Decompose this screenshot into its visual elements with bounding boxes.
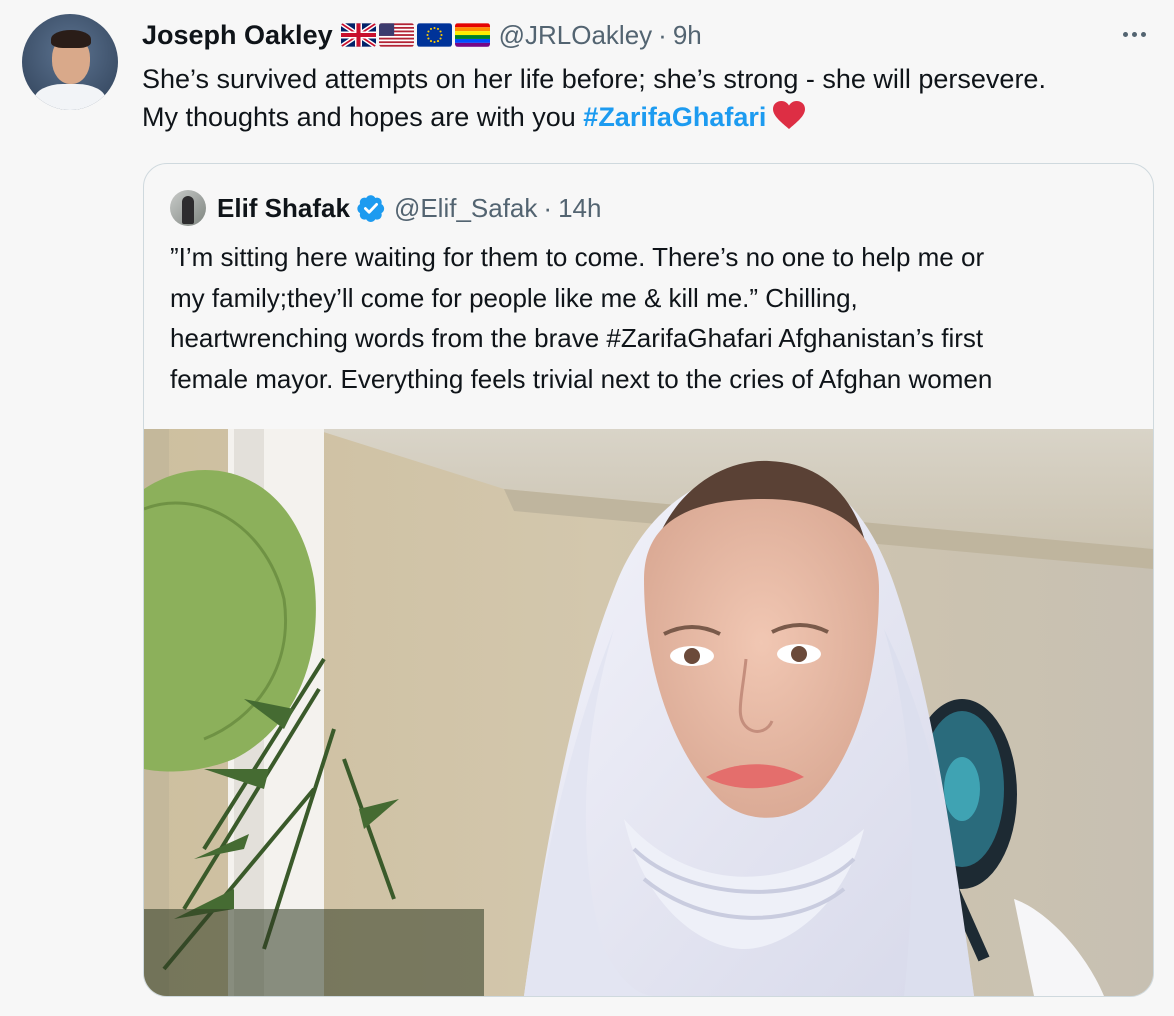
author-handle[interactable]: @JRLOakley [499,20,653,51]
quoted-author-handle: @Elif_Safak [393,192,538,223]
tweet-text: She’s survived attempts on her life befo… [142,60,1152,136]
quoted-photo[interactable] [144,429,1153,996]
avatar-hair [51,30,91,48]
more-dot [1131,31,1137,37]
quoted-header: Elif Shafak @Elif_Safak · 14h [170,190,601,226]
red-heart-icon [773,101,806,129]
more-options-icon[interactable] [1114,22,1154,46]
eu-flag-icon [416,23,452,47]
uk-flag-icon [340,23,376,47]
author-name[interactable]: Joseph Oakley [142,20,333,51]
tweet-text-line: She’s survived attempts on her life befo… [142,64,1046,94]
us-flag-icon [378,23,414,47]
quoted-text-line: my family;they’ll come for people like m… [170,282,858,313]
separator-dot: · [658,19,667,50]
tweet-timestamp[interactable]: 9h [673,20,702,51]
quoted-tweet-card[interactable]: Elif Shafak @Elif_Safak · 14h ”I’m sitti… [143,163,1154,997]
verified-badge-icon [357,195,385,222]
quoted-author-avatar [170,190,206,226]
tweet-text-line: My thoughts and hopes are with you #Zari… [142,98,1152,136]
quoted-text-line: female mayor. Everything feels trivial n… [170,363,993,394]
more-dot [1140,31,1146,37]
quoted-tweet-text: ”I’m sitting here waiting for them to co… [170,237,1135,399]
avatar-shirt [34,84,106,110]
photo-illustration [144,429,1153,996]
author-avatar[interactable] [22,14,118,110]
author-flags [340,23,490,47]
quoted-avatar-figure [182,196,194,224]
tweet-text-segment: My thoughts and hopes are with you [142,102,576,132]
quoted-text-line: heartwrenching words from the brave #Zar… [170,323,984,353]
rainbow-flag-icon [454,23,490,47]
separator-dot: · [543,192,553,223]
hashtag-link[interactable]: #ZarifaGhafari [583,102,766,132]
more-dot [1122,31,1128,37]
tweet[interactable]: Joseph Oakley @JRLOakley · 9h She’s surv… [0,0,1174,1016]
quoted-text-line: ”I’m sitting here waiting for them to co… [170,242,985,272]
quoted-timestamp: 14h [558,192,602,223]
quoted-author-name: Elif Shafak [217,192,350,223]
tweet-header: Joseph Oakley @JRLOakley · 9h [142,16,702,54]
